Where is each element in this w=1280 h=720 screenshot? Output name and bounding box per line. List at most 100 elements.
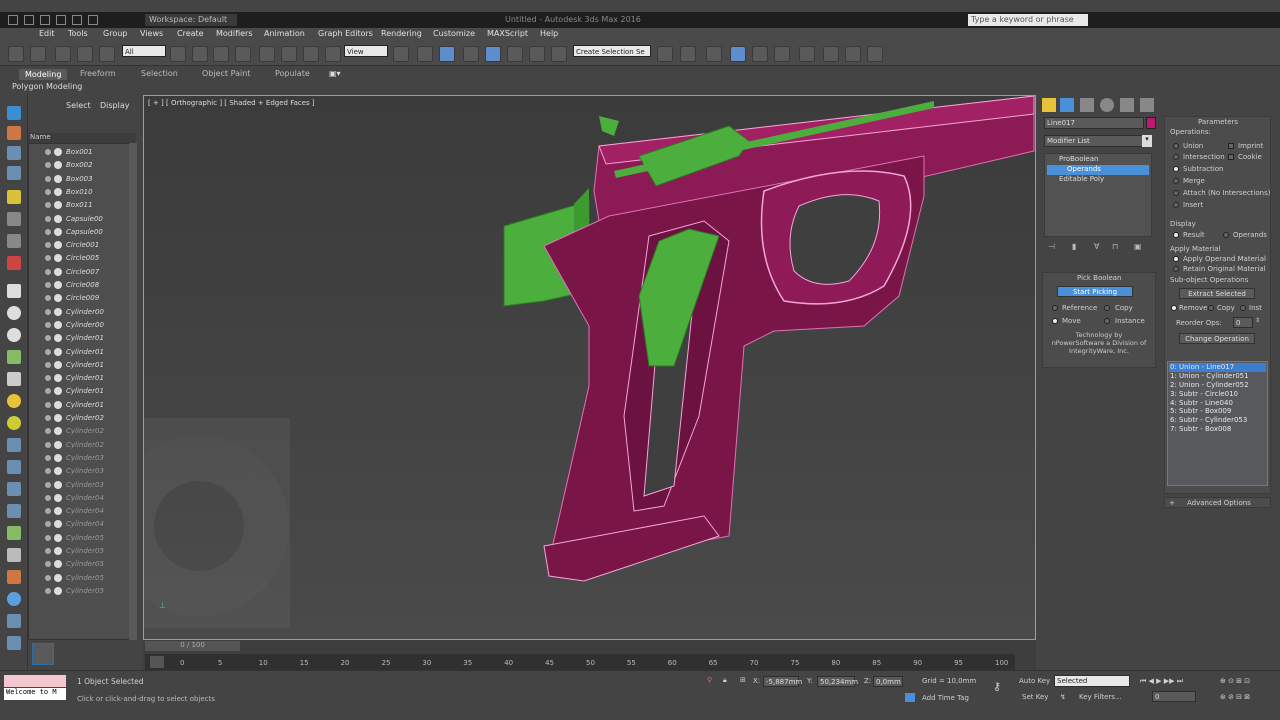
hierarchy-icon[interactable]	[7, 146, 21, 160]
tool-icon[interactable]	[7, 438, 21, 452]
tool-icon[interactable]	[7, 548, 21, 562]
search-input[interactable]: Type a keyword or phrase	[968, 14, 1088, 26]
playback-controls[interactable]: ⏮ ◀ ▶ ▶▶ ⏭	[1140, 677, 1183, 686]
visibility-icon[interactable]	[45, 415, 51, 421]
list-item[interactable]: Box002	[29, 159, 135, 172]
list-item[interactable]: Cylinder01	[29, 399, 135, 412]
light-icon[interactable]	[7, 394, 21, 408]
list-item[interactable]: Cylinder05	[29, 572, 135, 585]
list-item[interactable]: 0: Union - Line017	[1170, 363, 1234, 371]
rect-selection-icon[interactable]	[213, 46, 229, 62]
list-item[interactable]: Box011	[29, 199, 135, 212]
list-item[interactable]: Cylinder01	[29, 332, 135, 345]
place-icon[interactable]	[325, 46, 341, 62]
list-item[interactable]: Box010	[29, 186, 135, 199]
display-tab-icon[interactable]	[1120, 98, 1134, 112]
edit-named-selection-icon[interactable]	[551, 46, 567, 62]
visibility-icon[interactable]	[45, 162, 51, 169]
column-header-name[interactable]: Name	[28, 133, 136, 143]
pistol-model[interactable]	[144, 96, 1036, 640]
list-item[interactable]: Cylinder01	[29, 359, 135, 372]
scrollbar[interactable]	[129, 143, 137, 640]
list-item[interactable]: Cylinder04	[29, 505, 135, 518]
create-icon[interactable]	[7, 106, 21, 120]
radio-union[interactable]	[1173, 143, 1179, 149]
remove-modifier-icon[interactable]: ⊓	[1112, 242, 1118, 251]
display-icon[interactable]	[7, 190, 21, 204]
make-unique-icon[interactable]: ∀	[1094, 242, 1099, 251]
maxscript-listener-pink[interactable]	[4, 675, 66, 687]
radio-result[interactable]	[1173, 232, 1179, 238]
menu-customize[interactable]: Customize	[433, 29, 475, 38]
visibility-icon[interactable]	[45, 188, 51, 195]
visibility-icon[interactable]	[45, 534, 51, 541]
list-item[interactable]: Cylinder03	[29, 465, 135, 478]
new-icon[interactable]	[24, 15, 34, 25]
tool-icon[interactable]	[7, 592, 21, 606]
hierarchy-tab-icon[interactable]	[1080, 98, 1094, 112]
list-item[interactable]: Cylinder01	[29, 372, 135, 385]
tab-display[interactable]: Display	[100, 101, 130, 110]
spinner-snap-icon[interactable]	[529, 46, 545, 62]
list-item[interactable]: Capsule00	[29, 226, 135, 239]
visibility-icon[interactable]	[45, 335, 51, 342]
visibility-icon[interactable]	[45, 508, 51, 515]
list-item[interactable]: Cylinder03	[29, 452, 135, 465]
app-icon[interactable]	[8, 15, 18, 25]
abs-mode-icon[interactable]: ⊞	[740, 676, 746, 684]
save-icon[interactable]	[56, 15, 66, 25]
visibility-icon[interactable]	[45, 348, 51, 355]
menu-views[interactable]: Views	[140, 29, 163, 38]
viewport-nav-icons[interactable]: ⊕ ⊙ ⊞ ⊡	[1220, 677, 1250, 685]
list-item[interactable]: Circle008	[29, 279, 135, 292]
selection-filter-dropdown[interactable]: All	[122, 45, 166, 57]
list-item[interactable]: Cylinder03	[29, 479, 135, 492]
list-item[interactable]: 2: Union - Cylinder052	[1170, 381, 1249, 389]
mirror-icon[interactable]	[657, 46, 673, 62]
add-time-tag[interactable]: Add Time Tag	[922, 694, 969, 702]
visibility-icon[interactable]	[45, 481, 51, 488]
tool-icon[interactable]	[7, 482, 21, 496]
key-filters-button[interactable]: Key Filters...	[1079, 693, 1122, 701]
box-icon[interactable]	[7, 284, 21, 298]
expand-icon[interactable]: +	[1169, 499, 1175, 507]
curve-editor-icon[interactable]	[774, 46, 790, 62]
menu-graph-editors[interactable]: Graph Editors	[318, 29, 373, 38]
list-item[interactable]: Cylinder00	[29, 319, 135, 332]
list-item[interactable]: 6: Subtr - Cylinder053	[1170, 416, 1247, 424]
visibility-icon[interactable]	[45, 175, 51, 182]
list-item[interactable]: Circle007	[29, 266, 135, 279]
radio-merge[interactable]	[1173, 178, 1179, 184]
light-icon[interactable]	[7, 416, 21, 430]
change-operation-button[interactable]: Change Operation	[1179, 333, 1255, 344]
set-key-icon[interactable]: ↯	[1060, 693, 1066, 701]
select-object-icon[interactable]	[170, 46, 186, 62]
tool-icon[interactable]	[7, 504, 21, 518]
material-editor-icon[interactable]	[823, 46, 839, 62]
curve-editor-mini-icon[interactable]	[150, 656, 164, 668]
rotate-icon[interactable]	[281, 46, 297, 62]
tab-object-paint[interactable]: Object Paint	[202, 69, 250, 78]
tool-icon[interactable]	[7, 460, 21, 474]
viewport-orthographic[interactable]: [ + ] [ Orthographic ] [ Shaded + Edged …	[143, 95, 1036, 640]
x-coordinate[interactable]: -5,887mm	[763, 676, 802, 687]
visibility-icon[interactable]	[45, 255, 51, 262]
advanced-options-title[interactable]: Advanced Options	[1187, 499, 1251, 507]
schematic-view-icon[interactable]	[799, 46, 815, 62]
create-tab-icon[interactable]	[1042, 98, 1056, 112]
spinner-icon[interactable]: ⇕	[1255, 317, 1261, 328]
redo-icon[interactable]	[30, 46, 46, 62]
y-coordinate[interactable]: 50,234mm	[817, 676, 858, 687]
stack-item-operands[interactable]: Operands	[1047, 165, 1149, 175]
list-item[interactable]: Circle009	[29, 292, 135, 305]
bind-spacewarp-icon[interactable]	[99, 46, 115, 62]
visibility-icon[interactable]	[45, 242, 51, 249]
render-icon[interactable]	[867, 46, 883, 62]
visibility-icon[interactable]	[45, 494, 51, 501]
list-item[interactable]: 3: Subtr - Circle010	[1170, 390, 1238, 398]
menu-modifiers[interactable]: Modifiers	[216, 29, 253, 38]
tab-populate[interactable]: Populate	[275, 69, 310, 78]
tool-icon[interactable]	[7, 350, 21, 364]
modifier-list-dropdown[interactable]: Modifier List	[1044, 135, 1152, 147]
modifier-stack[interactable]: ProBoolean Operands Editable Poly	[1044, 153, 1152, 237]
